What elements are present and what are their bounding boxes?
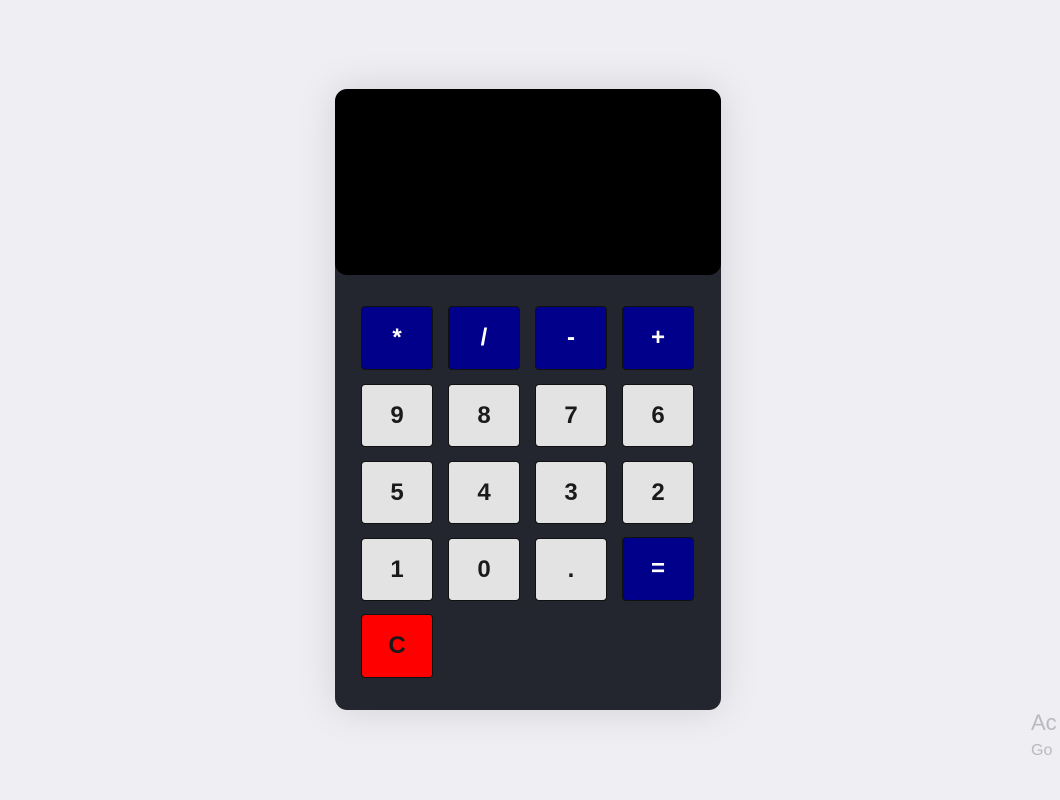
digit-8-button[interactable]: 8 bbox=[448, 384, 520, 447]
digit-0-button[interactable]: 0 bbox=[448, 538, 520, 601]
divide-button[interactable]: / bbox=[448, 306, 520, 370]
multiply-button[interactable]: * bbox=[361, 306, 433, 370]
activation-watermark-subtitle: Go bbox=[1031, 742, 1053, 759]
digit-9-button[interactable]: 9 bbox=[361, 384, 433, 447]
calculator: * / - + 9 8 7 6 5 4 3 2 1 0 . = C bbox=[335, 89, 721, 710]
add-button[interactable]: + bbox=[622, 306, 694, 370]
clear-button[interactable]: C bbox=[361, 614, 433, 678]
decimal-point-button[interactable]: . bbox=[535, 538, 607, 601]
digit-4-button[interactable]: 4 bbox=[448, 461, 520, 524]
digit-3-button[interactable]: 3 bbox=[535, 461, 607, 524]
equals-button[interactable]: = bbox=[622, 537, 694, 601]
digit-6-button[interactable]: 6 bbox=[622, 384, 694, 447]
digit-5-button[interactable]: 5 bbox=[361, 461, 433, 524]
activation-watermark-title: Ac bbox=[1031, 710, 1057, 735]
digit-1-button[interactable]: 1 bbox=[361, 538, 433, 601]
digit-7-button[interactable]: 7 bbox=[535, 384, 607, 447]
calculator-display bbox=[335, 89, 721, 275]
subtract-button[interactable]: - bbox=[535, 306, 607, 370]
digit-2-button[interactable]: 2 bbox=[622, 461, 694, 524]
